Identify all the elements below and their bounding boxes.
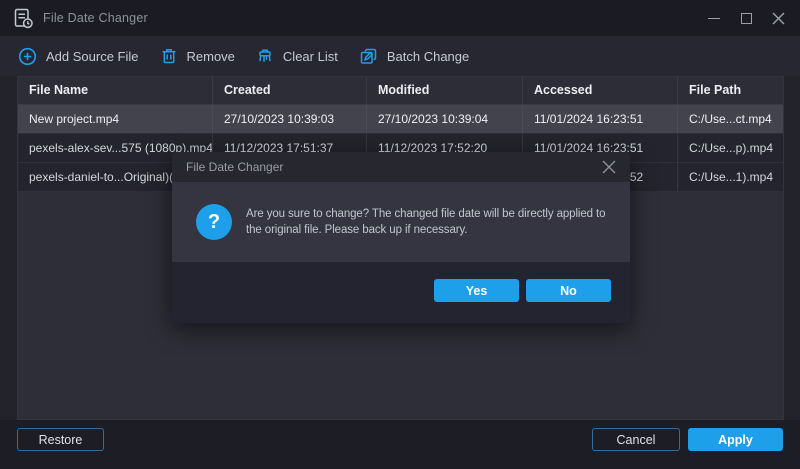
column-header-created: Created (213, 77, 367, 104)
cell-file-path: C:/Use...1).mp4 (678, 163, 783, 191)
minimize-icon (708, 18, 720, 19)
file-date-changer-window: File Date Changer Add Source File Remove (0, 0, 800, 469)
restore-button[interactable]: Restore (17, 428, 104, 451)
cell-created: 27/10/2023 10:39:03 (213, 105, 367, 133)
maximize-icon (741, 13, 752, 24)
window-controls (698, 0, 794, 36)
column-header-modified: Modified (367, 77, 523, 104)
apply-button[interactable]: Apply (688, 428, 783, 451)
dialog-close-button[interactable] (600, 158, 618, 176)
toolbar: Add Source File Remove Clear List (0, 36, 800, 76)
title-bar: File Date Changer (0, 0, 800, 36)
clear-list-label: Clear List (283, 49, 338, 64)
close-icon (602, 160, 616, 174)
yes-button[interactable]: Yes (434, 279, 519, 302)
batch-change-label: Batch Change (387, 49, 469, 64)
no-button[interactable]: No (526, 279, 611, 302)
bottom-bar: Restore Cancel Apply (0, 420, 800, 469)
app-logo-icon (12, 7, 34, 29)
cell-file-name: New project.mp4 (18, 105, 213, 133)
dialog-message: Are you sure to change? The changed file… (246, 206, 624, 238)
dialog-header: File Date Changer (172, 152, 630, 182)
dialog-title: File Date Changer (186, 160, 600, 174)
column-header-file-path: File Path (678, 77, 783, 104)
add-source-file-button[interactable]: Add Source File (18, 47, 139, 66)
close-icon (772, 12, 785, 25)
dialog-footer: Yes No (172, 262, 630, 323)
close-button[interactable] (762, 0, 794, 36)
add-circle-icon (18, 47, 37, 66)
confirm-dialog: File Date Changer ? Are you sure to chan… (172, 152, 630, 323)
cell-accessed: 11/01/2024 16:23:51 (523, 105, 678, 133)
minimize-button[interactable] (698, 0, 730, 36)
column-header-file-name: File Name (18, 77, 213, 104)
table-row[interactable]: New project.mp4 27/10/2023 10:39:03 27/1… (18, 105, 783, 134)
cell-file-path: C:/Use...ct.mp4 (678, 105, 783, 133)
remove-label: Remove (187, 49, 235, 64)
table-header: File Name Created Modified Accessed File… (18, 77, 783, 105)
trash-icon (160, 47, 178, 65)
column-header-accessed: Accessed (523, 77, 678, 104)
question-icon: ? (196, 204, 232, 240)
cell-file-path: C:/Use...p).mp4 (678, 134, 783, 162)
add-source-file-label: Add Source File (46, 49, 139, 64)
cancel-button[interactable]: Cancel (592, 428, 680, 451)
clear-list-button[interactable]: Clear List (256, 47, 338, 65)
batch-change-button[interactable]: Batch Change (359, 47, 469, 66)
window-title: File Date Changer (43, 11, 148, 25)
dialog-body: ? Are you sure to change? The changed fi… (172, 182, 630, 262)
broom-icon (256, 47, 274, 65)
maximize-button[interactable] (730, 0, 762, 36)
cell-modified: 27/10/2023 10:39:04 (367, 105, 523, 133)
batch-edit-icon (359, 47, 378, 66)
remove-button[interactable]: Remove (160, 47, 235, 65)
